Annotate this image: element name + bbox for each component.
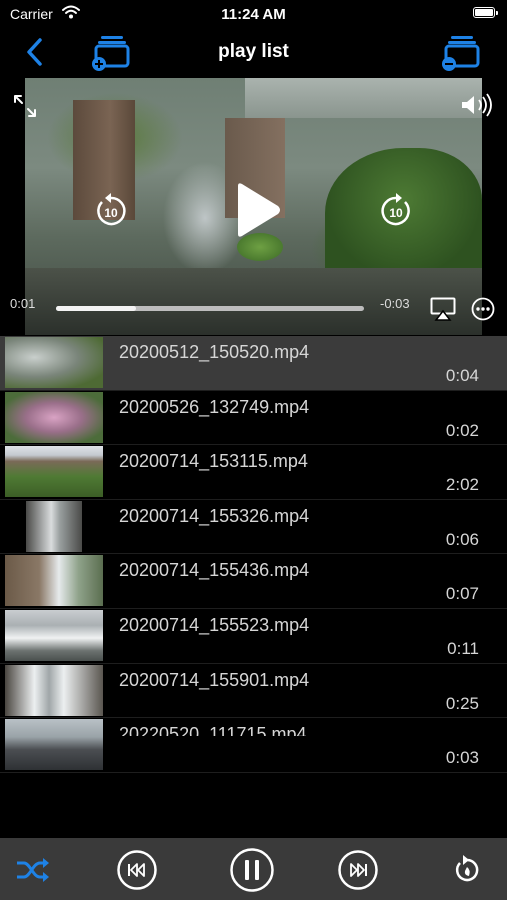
rotate-left-10-icon: 10 bbox=[97, 193, 126, 226]
file-duration: 0:25 bbox=[445, 693, 479, 713]
video-thumbnail bbox=[5, 719, 103, 771]
playlist-row[interactable]: 20200714_155326.mp4 0:06 bbox=[0, 500, 507, 555]
elapsed-time: 0:01 bbox=[10, 296, 36, 311]
file-name: 20200526_132749.mp4 bbox=[119, 396, 310, 417]
playlist-row[interactable]: 20200714_155436.mp4 0:07 bbox=[0, 554, 507, 609]
file-name: 20200714_155326.mp4 bbox=[119, 505, 310, 526]
speaker-icon bbox=[462, 93, 492, 117]
status-time: 11:24 AM bbox=[221, 6, 286, 23]
file-duration: 0:06 bbox=[445, 529, 479, 549]
airplay-icon bbox=[430, 297, 456, 321]
next-button[interactable] bbox=[335, 847, 381, 893]
more-options-button[interactable] bbox=[471, 297, 495, 326]
expand-icon bbox=[14, 95, 36, 117]
file-name: 20200714_155901.mp4 bbox=[119, 669, 310, 690]
playlist-row[interactable]: 20200714_153115.mp4 2:02 bbox=[0, 445, 507, 500]
remove-from-playlist-button[interactable] bbox=[438, 32, 482, 72]
skip-forward-10-button[interactable]: 10 bbox=[377, 192, 415, 235]
remaining-time: -0:03 bbox=[380, 296, 410, 311]
more-icon bbox=[471, 297, 495, 321]
video-thumbnail bbox=[5, 609, 103, 661]
file-name: 20200512_150520.mp4 bbox=[119, 342, 310, 362]
file-duration: 0:11 bbox=[447, 638, 479, 658]
nav-bar: play list bbox=[0, 28, 507, 76]
playlist: 20200512_150520.mp4 0:04 20200526_132749… bbox=[0, 336, 507, 773]
video-pool bbox=[25, 268, 482, 335]
status-bar: Carrier 11:24 AM bbox=[0, 0, 507, 28]
pause-icon bbox=[230, 848, 274, 892]
playlist-remove-icon bbox=[442, 36, 480, 71]
rotate-right-10-icon: 10 bbox=[381, 193, 410, 226]
next-track-icon bbox=[338, 850, 378, 890]
video-thumbnail bbox=[5, 337, 103, 388]
file-duration: 0:03 bbox=[445, 748, 479, 768]
play-button[interactable] bbox=[228, 180, 284, 245]
file-name: 20200714_153115.mp4 bbox=[119, 451, 308, 472]
playlist-row[interactable]: 20200714_155901.mp4 0:25 bbox=[0, 664, 507, 719]
pause-button[interactable] bbox=[229, 847, 275, 893]
video-thumbnail bbox=[5, 664, 103, 716]
skip-forward-label: 10 bbox=[389, 206, 403, 220]
file-duration: 0:02 bbox=[445, 420, 479, 440]
repeat-button[interactable] bbox=[444, 847, 490, 893]
file-name: 20200714_155523.mp4 bbox=[119, 614, 310, 635]
skip-back-label: 10 bbox=[104, 206, 118, 220]
bottom-toolbar bbox=[0, 838, 507, 900]
video-thumbnail bbox=[5, 446, 103, 498]
video-thumbnail bbox=[5, 391, 103, 443]
fullscreen-button[interactable] bbox=[12, 93, 38, 124]
volume-button[interactable] bbox=[460, 93, 496, 122]
repeat-icon bbox=[455, 855, 479, 882]
previous-track-icon bbox=[117, 850, 157, 890]
skip-back-10-button[interactable]: 10 bbox=[92, 192, 130, 235]
file-name: 20200714_155436.mp4 bbox=[119, 560, 310, 581]
video-sky bbox=[245, 78, 482, 118]
progress-fill bbox=[56, 306, 137, 311]
video-thumbnail bbox=[5, 555, 103, 607]
shuffle-icon bbox=[17, 858, 49, 882]
progress-slider[interactable] bbox=[56, 306, 364, 311]
play-icon bbox=[238, 183, 280, 237]
file-duration: 2:02 bbox=[445, 475, 479, 495]
shuffle-button[interactable] bbox=[10, 847, 56, 893]
airplay-button[interactable] bbox=[430, 297, 456, 326]
page-title: play list bbox=[218, 41, 289, 62]
file-duration: 0:07 bbox=[445, 584, 479, 604]
playlist-row[interactable]: 20200512_150520.mp4 0:04 bbox=[0, 336, 507, 391]
file-duration: 0:04 bbox=[445, 366, 479, 385]
video-thumbnail bbox=[26, 500, 82, 552]
list-clip-edge bbox=[105, 736, 507, 750]
previous-button[interactable] bbox=[114, 847, 160, 893]
playlist-row[interactable]: 20200714_155523.mp4 0:11 bbox=[0, 609, 507, 664]
playlist-row[interactable]: 20200526_132749.mp4 0:02 bbox=[0, 391, 507, 446]
battery-icon bbox=[473, 7, 498, 18]
